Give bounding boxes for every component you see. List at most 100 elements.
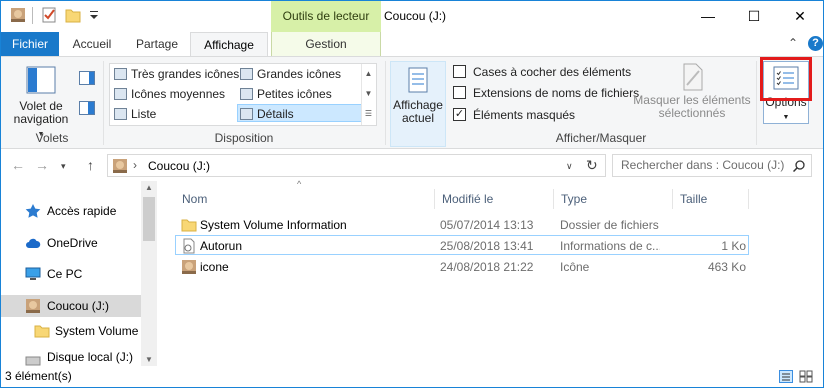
search-icon[interactable] (793, 160, 805, 172)
back-arrow-icon[interactable]: ← (11, 157, 25, 173)
ribbon-tabs: Fichier Accueil Partage Affichage Gestio… (1, 32, 823, 57)
recent-locations-icon[interactable]: ▾ (61, 161, 66, 172)
group-separator (385, 61, 386, 145)
breadcrumb-chevron-icon[interactable]: › (133, 158, 137, 172)
column-header-modified[interactable]: Modifié le (435, 189, 554, 209)
context-tab-group-label: Outils de lecteur (271, 1, 381, 32)
current-view-button[interactable]: Affichage actuel (390, 61, 446, 147)
up-arrow-icon[interactable]: ↑ (87, 157, 94, 173)
help-icon[interactable]: ? (808, 36, 823, 51)
layout-details[interactable]: Détails (237, 104, 362, 122)
nav-item-local-disk[interactable]: Disque local (J:) (1, 349, 141, 366)
file-list: ^ Nom Modifié le Type Taille System Volu… (157, 179, 823, 366)
navigation-pane: Accès rapide OneDrive Ce PC Coucou (J:) … (1, 181, 157, 366)
expand-gallery-icon[interactable]: ☰ (362, 104, 375, 124)
file-name: System Volume Information (200, 218, 347, 232)
scroll-up-icon[interactable]: ▲ (141, 183, 157, 192)
layout-group-label: Disposition (214, 131, 274, 145)
current-view-icon (408, 67, 428, 93)
item-checkboxes-toggle[interactable]: Cases à cocher des éléments (453, 63, 631, 81)
drive-icon[interactable] (10, 7, 26, 23)
forward-arrow-icon[interactable]: → (35, 157, 49, 173)
details-icon (240, 108, 253, 120)
layout-large-icons[interactable]: Grandes icônes (238, 65, 341, 83)
nav-item-quick-access[interactable]: Accès rapide (1, 200, 141, 222)
scroll-down-icon[interactable]: ▼ (141, 355, 157, 364)
column-header-name[interactable]: Nom (175, 189, 435, 209)
new-folder-icon[interactable] (65, 7, 81, 23)
tab-file[interactable]: Fichier (1, 32, 59, 56)
table-row[interactable]: System Volume Information 05/07/2014 13:… (175, 215, 749, 235)
minimize-button[interactable]: — (685, 1, 731, 32)
status-bar: 3 élément(s) (1, 366, 823, 387)
window-title: Coucou (J:) (384, 9, 447, 23)
layout-extra-large-icons[interactable]: Très grandes icônes (112, 65, 239, 83)
tab-view[interactable]: Affichage (190, 32, 268, 57)
file-type: Informations de c... (560, 239, 660, 253)
layout-medium-icons[interactable]: Icônes moyennes (112, 85, 225, 103)
folder-icon (181, 219, 197, 232)
tab-manage[interactable]: Gestion (271, 32, 381, 56)
address-bar[interactable]: › Coucou (J:) ∨ ↻ (107, 154, 606, 177)
layout-small-icons[interactable]: Petites icônes (238, 85, 332, 103)
folder-icon (34, 325, 50, 338)
navigation-bar: ← → ▾ ↑ › Coucou (J:) ∨ ↻ Rechercher dan… (1, 149, 823, 181)
properties-icon[interactable] (41, 7, 57, 23)
nav-item-coucou-drive[interactable]: Coucou (J:) (1, 295, 141, 317)
nav-item-onedrive[interactable]: OneDrive (1, 232, 141, 254)
customize-toolbar-icon[interactable] (86, 7, 102, 23)
file-name: Autorun (200, 239, 243, 253)
maximize-button[interactable]: ☐ (731, 1, 777, 32)
navigation-pane-icon (26, 66, 56, 94)
breadcrumb-location[interactable]: Coucou (J:) (148, 159, 210, 173)
file-modified: 25/08/2018 13:41 (440, 239, 534, 253)
options-highlight-frame (760, 57, 812, 101)
search-input[interactable]: Rechercher dans : Coucou (J:) (612, 154, 812, 177)
checkbox[interactable] (453, 65, 466, 78)
file-extensions-toggle[interactable]: Extensions de noms de fichiers (453, 84, 639, 102)
drive-icon (113, 159, 127, 173)
file-modified: 24/08/2018 21:22 (440, 260, 534, 274)
preview-pane-icon[interactable] (79, 71, 95, 85)
large-icons-icon (240, 68, 253, 80)
tab-home[interactable]: Accueil (63, 32, 121, 56)
nav-item-system-volume[interactable]: System Volume I (1, 320, 141, 342)
panes-group-label: Volets (35, 131, 69, 145)
chevron-down-icon: ▼ (782, 114, 790, 121)
navigation-pane-scrollbar[interactable]: ▲ ▼ (141, 181, 157, 366)
layout-gallery-scroll[interactable]: ▲ ▼ ☰ (361, 64, 375, 125)
layout-gallery: Très grandes icônes Grandes icônes Icône… (109, 63, 377, 126)
navigation-pane-label: Volet de navigation (13, 99, 69, 126)
scrollbar-thumb[interactable] (143, 197, 155, 241)
nav-item-this-pc[interactable]: Ce PC (1, 263, 141, 285)
checkbox[interactable] (453, 86, 466, 99)
scroll-down-icon[interactable]: ▼ (362, 84, 375, 104)
ribbon: Volet de navigation ▼ Volets Très grande… (1, 56, 823, 149)
details-view-icon[interactable] (779, 370, 793, 383)
collapse-ribbon-icon[interactable]: ⌃ (788, 36, 798, 50)
layout-list[interactable]: Liste (112, 105, 156, 123)
tab-share[interactable]: Partage (127, 32, 187, 56)
file-size: 463 Ko (707, 260, 746, 274)
hide-selected-button[interactable]: Masquer les éléments sélectionnés (633, 63, 753, 120)
list-icon (114, 108, 127, 120)
checkbox-checked[interactable]: ✓ (453, 108, 466, 121)
refresh-icon[interactable]: ↻ (586, 157, 598, 174)
column-header-size[interactable]: Taille (673, 189, 749, 209)
details-pane-icon[interactable] (79, 101, 95, 115)
table-row[interactable]: icone 24/08/2018 21:22 Icône 463 Ko (175, 257, 749, 277)
large-icons-view-icon[interactable] (799, 370, 813, 383)
close-button[interactable]: ✕ (777, 1, 823, 32)
scroll-up-icon[interactable]: ▲ (362, 64, 375, 84)
address-history-icon[interactable]: ∨ (566, 161, 573, 172)
title-bar: Outils de lecteur Coucou (J:) — ☐ ✕ (1, 1, 823, 32)
table-row[interactable]: Autorun 25/08/2018 13:41 Informations de… (175, 235, 749, 255)
hidden-items-toggle[interactable]: ✓ Éléments masqués (453, 106, 575, 124)
current-view-label: Affichage actuel (393, 98, 443, 125)
navigation-pane-button[interactable]: Volet de navigation ▼ (9, 63, 73, 141)
medium-icons-icon (114, 88, 127, 100)
file-type: Icône (560, 260, 590, 274)
star-icon (25, 204, 41, 218)
drive-icon (26, 299, 40, 313)
column-header-type[interactable]: Type (554, 189, 673, 209)
